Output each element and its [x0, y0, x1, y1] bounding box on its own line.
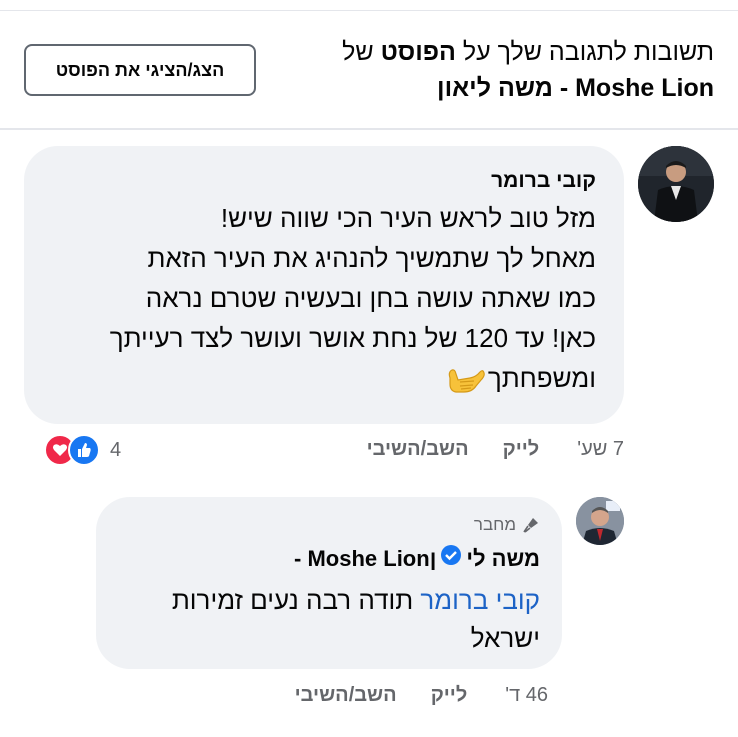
comment-author[interactable]: קובי ברומר — [48, 166, 596, 196]
page-avatar[interactable] — [576, 497, 624, 545]
call-me-hand-icon — [446, 364, 486, 396]
comment-line: מזל טוב לראש העיר הכי שווה שיש! — [220, 203, 596, 233]
header-divider — [0, 128, 738, 130]
reply-reply-button[interactable]: השב/השיבי — [295, 684, 397, 707]
author-badge-label: מחבר — [473, 515, 516, 534]
reply-like-button[interactable]: לייק — [431, 684, 468, 707]
reply-author-name-part1: משה לי — [466, 546, 540, 571]
verified-badge-icon — [440, 543, 462, 575]
comment-reply-button[interactable]: השב/השיבי — [367, 438, 469, 461]
reply-author[interactable]: משה לי ן - Moshe Lion — [116, 543, 540, 575]
comment-line: כמו שאתה עושה בחן ובעשיה שטרם נראה — [145, 283, 596, 313]
author-badge: מחבר — [116, 513, 540, 537]
like-reaction-icon — [68, 434, 100, 466]
microphone-icon — [523, 518, 538, 533]
comment-line: כאן! עד 120 של נחת אושר ועושר לצד רעייתך — [109, 323, 596, 353]
reply-author-name-en: - Moshe Lion — [294, 546, 430, 571]
show-post-label: הצג/הציגי את הפוסט — [55, 59, 225, 80]
title-text-end: של — [342, 38, 381, 66]
show-post-button[interactable]: הצג/הציגי את הפוסט — [24, 44, 256, 96]
reply-text-line: תודה רבה נעים זמירות — [171, 585, 421, 615]
title-text: תשובות לתגובה שלך על — [455, 38, 714, 66]
reply-bubble: מחבר משה לי ן - Moshe Lion קובי ברומר תו… — [96, 497, 562, 669]
reply-author-name-part2: ן — [429, 546, 437, 571]
reply-actions: 46 ד' לייק השב/השיבי — [261, 684, 548, 707]
reaction-count: 4 — [110, 438, 122, 461]
top-divider — [0, 10, 738, 11]
comment-line: ומשפחתך — [487, 363, 596, 393]
comment-bubble: קובי ברומר מזל טוב לראש העיר הכי שווה שי… — [24, 146, 624, 424]
mention-link[interactable]: קובי ברומר — [420, 585, 540, 615]
comment-like-button[interactable]: לייק — [503, 438, 540, 461]
comment-actions: 7 שע' לייק השב/השיבי — [333, 438, 624, 461]
page-name-link[interactable]: Moshe Lion - משה ליאון — [437, 74, 714, 102]
comment-timestamp[interactable]: 7 שע' — [577, 438, 624, 461]
comment-line: מאחל לך שתמשיך להנהיג את העיר הזאת — [147, 243, 597, 273]
commenter-avatar[interactable] — [638, 146, 714, 222]
post-link[interactable]: הפוסט — [381, 38, 456, 66]
reactions-summary[interactable]: 4 — [44, 434, 121, 466]
reply-timestamp[interactable]: 46 ד' — [505, 684, 548, 707]
reply-text: קובי ברומר תודה רבה נעים זמירות ישראל — [116, 581, 540, 657]
reply-text-line: ישראל — [470, 623, 540, 653]
comment-text: מזל טוב לראש העיר הכי שווה שיש! מאחל לך … — [48, 198, 596, 398]
page-title: תשובות לתגובה שלך על הפוסט של Moshe Lion… — [274, 34, 714, 106]
